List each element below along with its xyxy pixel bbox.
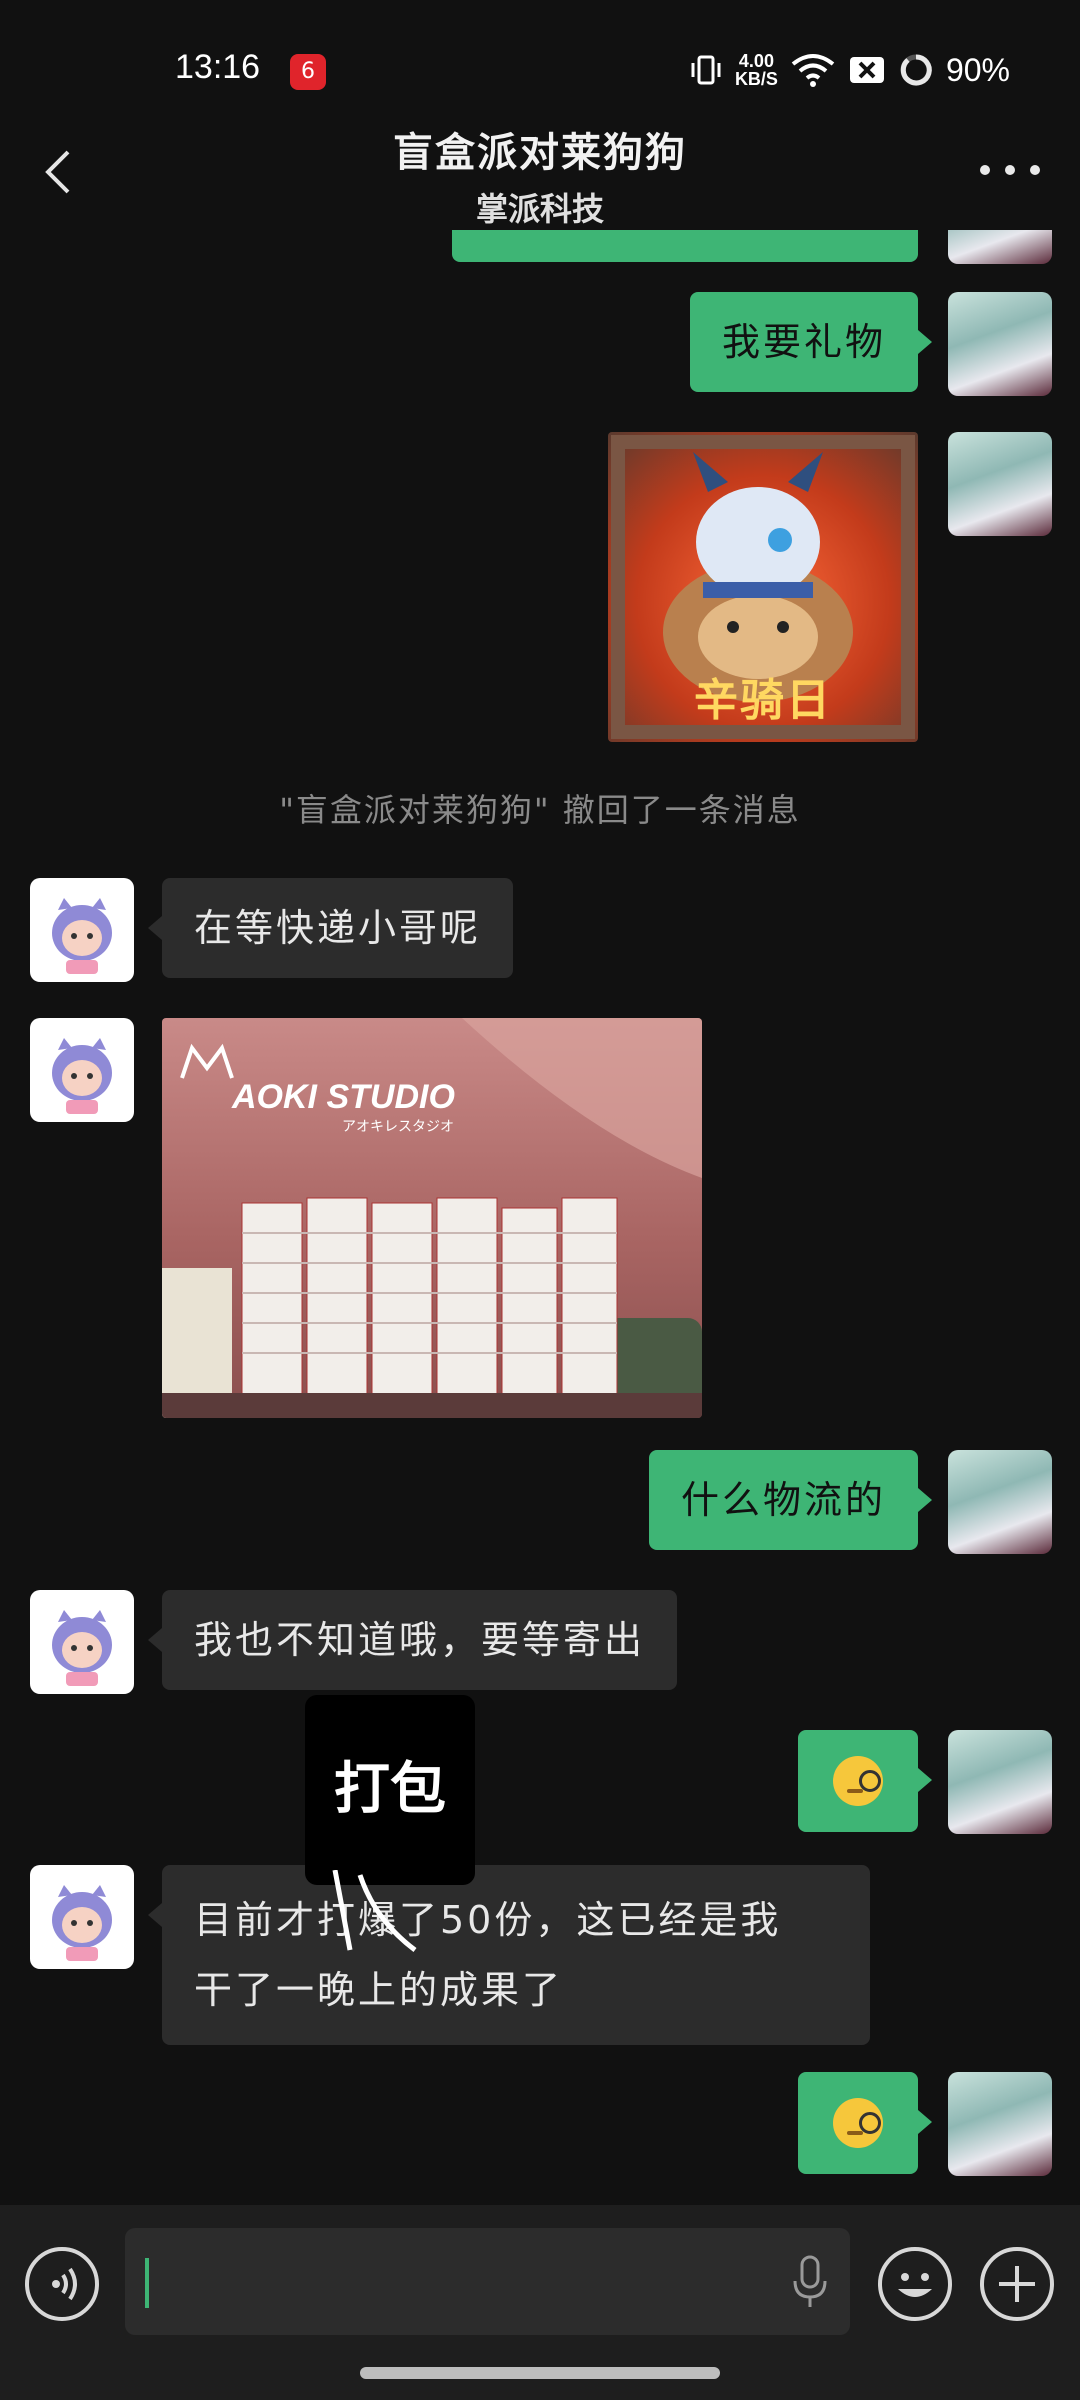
message-bubble-other[interactable]: 我也不知道哦，要等寄出	[147, 1590, 678, 1690]
vibrate-icon	[691, 55, 721, 85]
avatar-self[interactable]	[948, 1730, 1052, 1834]
sticker-caption: 辛骑日	[694, 675, 832, 726]
photo-sign-sub: アオキレスタジオ	[342, 1119, 454, 1135]
more-dots-icon	[980, 165, 990, 175]
status-icons: 4.00 KB/S 90%	[689, 48, 1010, 92]
message-line: 目前才打爆了50份，这已经是我	[194, 1898, 782, 1942]
emoji-button[interactable]	[878, 2247, 952, 2321]
emoji-icon	[898, 2273, 932, 2297]
sticker-message[interactable]: 辛骑日	[608, 432, 918, 742]
photo-message[interactable]: AOKI STUDIO アオキレスタジオ	[162, 1018, 702, 1418]
avatar-image	[52, 1610, 112, 1686]
network-speed: 4.00 KB/S	[735, 52, 778, 88]
message-bubble-self[interactable]: 什么物流的	[648, 1450, 933, 1550]
message-bubble-self[interactable]	[798, 1730, 932, 1832]
home-indicator[interactable]	[360, 2367, 720, 2379]
overlay-annotation: 打包	[305, 1695, 475, 1885]
battery-level: 90%	[945, 51, 1010, 88]
net-speed-unit: KB/S	[734, 69, 778, 89]
message-bubble-other[interactable]: 在等快递小哥呢	[147, 878, 514, 978]
input-bar	[0, 2205, 1080, 2400]
sim-off-icon	[849, 57, 884, 83]
more-options-button[interactable]	[980, 155, 1040, 185]
voice-icon	[52, 2267, 77, 2301]
voice-input-button[interactable]	[25, 2247, 99, 2321]
microphone-icon[interactable]	[790, 2253, 830, 2311]
avatar-other[interactable]	[30, 1590, 134, 1694]
chat-title[interactable]: 盲盒派对莱狗狗	[0, 120, 1080, 178]
status-time: 13:16	[175, 48, 261, 86]
message-bubble-self[interactable]	[798, 2072, 932, 2174]
avatar-other[interactable]	[30, 1865, 134, 1969]
avatar-self[interactable]	[948, 292, 1052, 396]
chat-message-list[interactable]: 我要礼物 辛骑日 "盲盒派对莱狗狗" 撤回了一条消息 在等快递小哥呢 AOKI …	[0, 230, 1080, 2205]
net-speed-value: 4.00	[738, 51, 774, 71]
more-actions-button[interactable]	[980, 2247, 1054, 2321]
avatar-self[interactable]	[948, 230, 1052, 264]
message-line: 干了一晚上的成果了	[194, 1968, 564, 2012]
avatar-self[interactable]	[948, 1450, 1052, 1554]
message-bubble-other[interactable]: 目前才打爆了50份，这已经是我 干了一晚上的成果了	[148, 1865, 870, 2045]
message-text-input[interactable]	[125, 2228, 850, 2335]
recall-notice: "盲盒派对莱狗狗" 撤回了一条消息	[279, 791, 801, 829]
avatar-other[interactable]	[30, 1018, 134, 1122]
wifi-icon	[791, 54, 835, 87]
avatar-image	[52, 1885, 112, 1961]
message-bubble-self[interactable]: 我要礼物	[689, 292, 933, 392]
avatar-image	[52, 1038, 112, 1114]
avatar-other[interactable]	[30, 878, 134, 982]
avatar-image	[52, 898, 112, 974]
monocle-face-emoji	[833, 2098, 883, 2148]
monocle-face-emoji	[833, 1756, 883, 1806]
text-caret	[145, 2258, 149, 2308]
annotation-stroke	[332, 1870, 417, 1952]
chat-header: 盲盒派对莱狗狗 掌派科技	[0, 110, 1080, 230]
avatar-self[interactable]	[948, 2072, 1052, 2176]
chat-subtitle: 掌派科技	[475, 190, 604, 228]
title-wrap: 盲盒派对莱狗狗 掌派科技	[0, 120, 1080, 230]
plus-icon	[999, 2266, 1035, 2302]
avatar-self[interactable]	[948, 432, 1052, 536]
battery-ring-icon	[900, 54, 932, 86]
netease-music-icon: 6	[290, 54, 326, 90]
previous-message-bubble[interactable]	[452, 230, 918, 262]
photo-sign: AOKI STUDIO	[232, 1078, 455, 1116]
